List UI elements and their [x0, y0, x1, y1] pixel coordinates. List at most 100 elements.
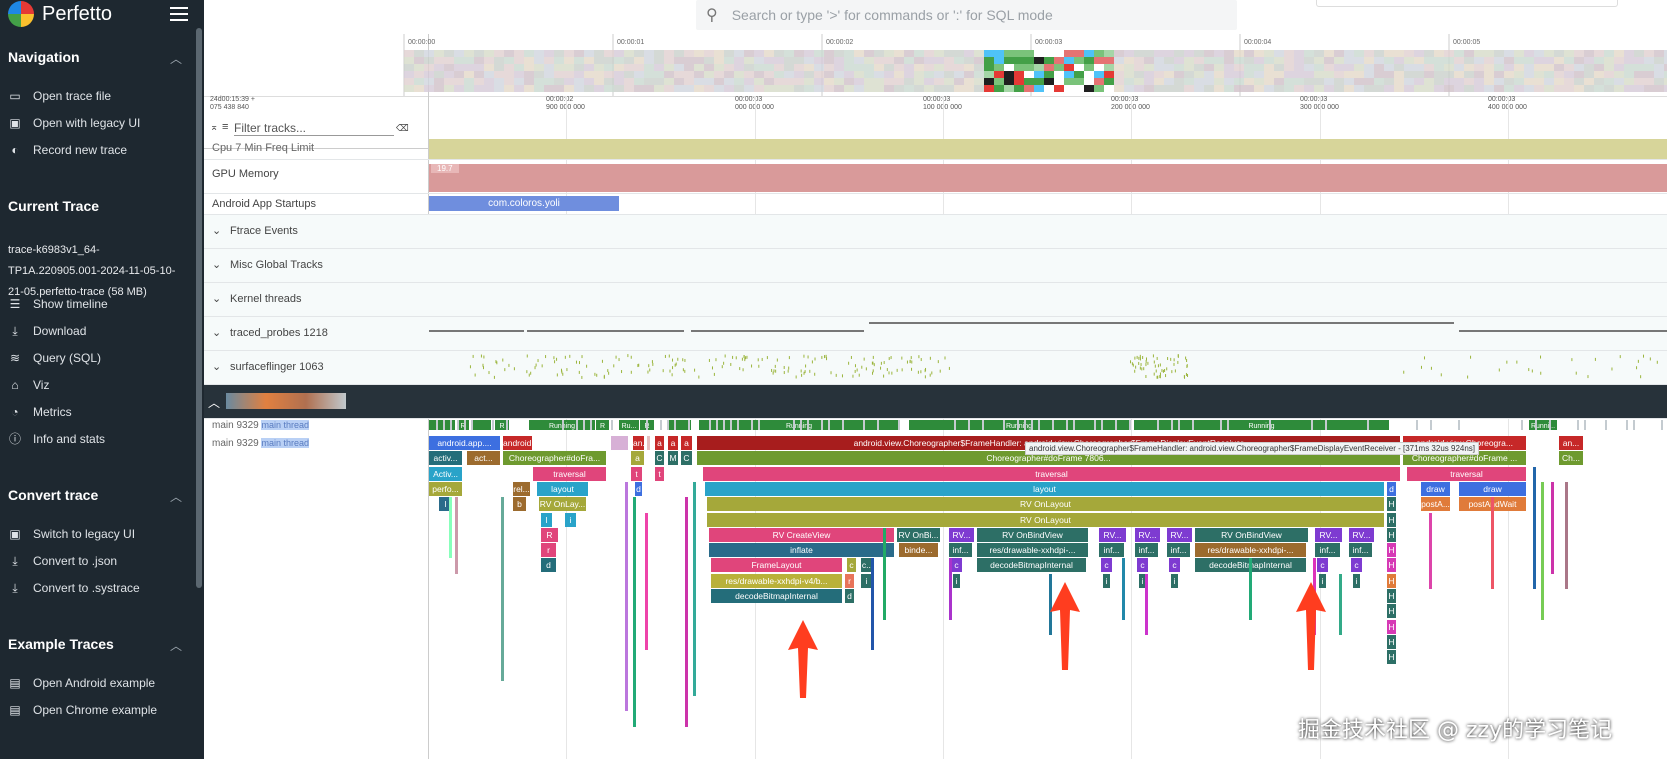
flame-slice[interactable]: android.view.Choreo... [503, 436, 532, 450]
flame-slice[interactable]: t [631, 467, 642, 481]
flame-slice-thin[interactable] [1551, 482, 1554, 574]
clear-filter-icon[interactable]: ⌫ [396, 123, 409, 134]
sidebar-item-info[interactable]: ⓘ Info and stats [8, 431, 105, 447]
omnibox[interactable]: ⚲ Search or type '>' for commands or ':'… [696, 0, 1237, 30]
sidebar-item-viz[interactable]: ⌂ Viz [8, 377, 49, 393]
flame-slice[interactable]: i [1171, 574, 1178, 588]
flame-slice[interactable]: inf... [1099, 543, 1124, 557]
flame-slice[interactable]: inf... [1315, 543, 1340, 557]
section-examples-title[interactable]: Example Traces [8, 636, 114, 652]
flame-slice-thin[interactable] [449, 497, 452, 558]
flame-slice[interactable]: d [541, 558, 556, 572]
flame-slice-thin[interactable] [871, 558, 874, 650]
thread-state-bar[interactable]: RRRunningRRu...RRunningRunningRunningRun… [429, 420, 1667, 432]
flame-slice-thin[interactable] [1565, 482, 1568, 589]
chevron-down-icon[interactable]: ⌄ [212, 326, 230, 339]
flame-slice-thin[interactable] [1339, 574, 1342, 635]
flame-slice[interactable]: RV... [1099, 528, 1126, 542]
flame-slice[interactable]: Ch... [1559, 451, 1583, 465]
sidebar-item-convert-systrace[interactable]: ⤓ Convert to .systrace [8, 580, 140, 596]
flame-slice-thin[interactable] [1533, 467, 1536, 589]
section-convert-title[interactable]: Convert trace [8, 487, 98, 503]
thread-state-running[interactable] [471, 420, 491, 430]
flame-slice[interactable]: res/drawable-xxhdpi-... [977, 543, 1088, 557]
startup-slice[interactable]: com.coloros.yoli [429, 196, 619, 211]
sidebar-item-metrics[interactable]: ◔ Metrics [8, 404, 72, 420]
flame-slice-thin[interactable] [1122, 558, 1125, 619]
flame-slice-thin[interactable] [1145, 574, 1148, 635]
flame-slice[interactable]: a [668, 436, 678, 450]
flame-slice-thin[interactable] [455, 497, 458, 574]
overview-heatmap[interactable]: 00:00:00 00:00:01 00:00:02 00:00:03 00:00:04… [204, 34, 1667, 96]
flame-slice[interactable]: FrameLayout [711, 558, 842, 572]
menu-icon[interactable] [170, 7, 188, 21]
track-surfaceflinger[interactable]: ⌄ surfaceflinger 1063 [204, 351, 1667, 385]
sidebar-item-query[interactable]: ≋ Query (SQL) [8, 350, 101, 366]
flame-slice-thin[interactable] [693, 482, 696, 696]
flame-slice[interactable]: android.app.... [429, 436, 500, 450]
flame-slice[interactable]: c [1317, 558, 1328, 572]
chevron-up-icon[interactable]: ︿ [170, 50, 182, 67]
flame-slice[interactable]: RV OnLay... [539, 497, 586, 511]
flame-slice[interactable]: rel... [513, 482, 530, 496]
chevron-up-icon[interactable]: ︿ [170, 488, 182, 505]
flame-slice[interactable]: H [1387, 635, 1396, 649]
flame-slice[interactable]: H [1387, 513, 1396, 527]
flame-slice[interactable]: r [845, 574, 854, 588]
filter-tracks-input[interactable]: Filter tracks... [234, 121, 394, 136]
chevron-up-icon[interactable]: ︿ [208, 394, 220, 411]
flame-slice-thin[interactable] [645, 513, 648, 651]
flame-slice[interactable]: Choreographer#doFra... [503, 451, 606, 465]
flame-slice[interactable]: l [541, 513, 552, 527]
flame-slice[interactable]: Activ... [429, 467, 462, 481]
flame-slice[interactable]: C [681, 451, 692, 465]
flame-slice[interactable]: layout [537, 482, 588, 496]
flame-slice[interactable]: layout [705, 482, 1384, 496]
track-ftrace[interactable]: ⌄ Ftrace Events [204, 215, 1667, 249]
flame-slice-thin[interactable] [1429, 513, 1432, 590]
flame-slice[interactable] [647, 436, 650, 450]
track-kernel-threads[interactable]: ⌄ Kernel threads [204, 283, 1667, 317]
flame-slice[interactable]: RV OnBindView [1195, 528, 1308, 542]
flame-slice[interactable]: RV OnBi... [897, 528, 940, 542]
sidebar-item-record[interactable]: ◐ Record new trace [8, 142, 127, 158]
flame-slice[interactable]: RV... [1167, 528, 1192, 542]
flame-slice[interactable]: d [635, 482, 642, 496]
flame-slice[interactable]: inf... [1135, 543, 1158, 557]
flame-slice[interactable]: an... [633, 436, 644, 450]
sidebar-item-open-trace[interactable]: ▭ Open trace file [8, 88, 111, 104]
flame-slice[interactable]: inf... [1349, 543, 1372, 557]
flame-chart[interactable]: android.app....android.view.Choreo... an.… [429, 434, 1667, 759]
track-thread-state[interactable]: main 9329 main thread RRRunningRRu...RRu… [204, 419, 1667, 433]
flame-slice[interactable]: H [1387, 543, 1396, 557]
flame-slice-thin[interactable] [1491, 497, 1494, 589]
sidebar-item-show-timeline[interactable]: ☰ Show timeline [8, 296, 108, 312]
track-traced-probes[interactable]: ⌄ traced_probes 1218 [204, 317, 1667, 351]
flame-slice-thin[interactable] [625, 482, 628, 712]
flame-slice[interactable]: R [541, 528, 558, 542]
flame-slice[interactable]: an... [1559, 436, 1583, 450]
flame-slice[interactable]: RV... [949, 528, 974, 542]
sidebar-item-android-example[interactable]: ▤ Open Android example [8, 675, 155, 691]
flame-slice[interactable]: d [1387, 482, 1396, 496]
flame-slice[interactable]: i [565, 513, 576, 527]
track-gpu-memory[interactable]: GPU Memory ⟋ 19.7 [204, 160, 1667, 194]
flame-slice[interactable]: c [1169, 558, 1180, 572]
chevron-up-icon[interactable]: ︿ [170, 637, 182, 654]
flame-slice[interactable]: H [1387, 620, 1396, 634]
search-input[interactable]: Search or type '>' for commands or ':' f… [732, 7, 1053, 23]
flame-slice[interactable]: i [1103, 574, 1110, 588]
sidebar-item-convert-json[interactable]: ⤓ Convert to .json [8, 553, 117, 569]
flame-slice[interactable]: c [1101, 558, 1112, 572]
flame-slice[interactable]: RV... [1315, 528, 1342, 542]
flame-slice[interactable]: H [1387, 558, 1396, 572]
flame-slice[interactable]: c [847, 558, 856, 572]
track-cpu-freq[interactable]: Cpu 7 Min Freq Limit ⟋ [204, 139, 1667, 160]
flame-slice[interactable]: draw [1459, 482, 1526, 496]
flame-slice[interactable]: activ... [429, 451, 462, 465]
flame-slice[interactable]: act... [467, 451, 500, 465]
collapse-all-icon[interactable]: ⌅ [210, 122, 218, 133]
flame-slice[interactable]: d [845, 589, 854, 603]
flame-slice[interactable]: H [1387, 604, 1396, 618]
flame-slice[interactable]: res/drawable-xxhdpi-v4/b... [711, 574, 842, 588]
